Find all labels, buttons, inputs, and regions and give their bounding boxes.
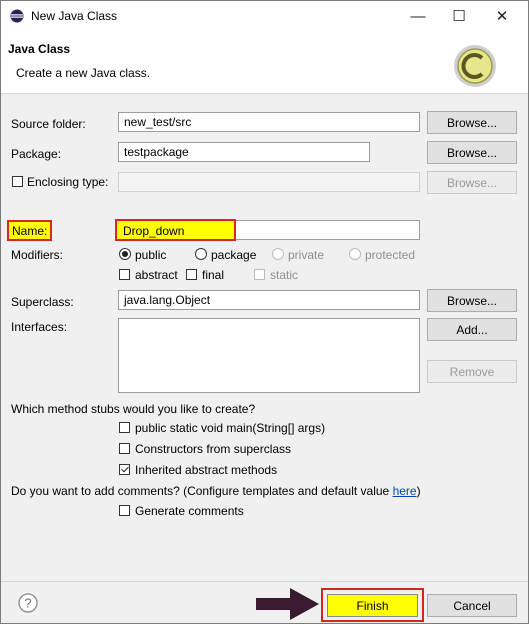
main-method-checkbox[interactable]	[119, 422, 130, 433]
generate-comments-label: Generate comments	[135, 504, 244, 518]
finish-button[interactable]: Finish	[327, 594, 418, 617]
modifier-private-radio[interactable]	[272, 248, 284, 260]
enclosing-type-checkbox[interactable]	[12, 176, 23, 187]
modifier-final-checkbox[interactable]	[186, 269, 197, 280]
method-stubs-question: Which method stubs would you like to cre…	[11, 402, 256, 416]
constructors-checkbox[interactable]	[119, 443, 130, 454]
cancel-button[interactable]: Cancel	[427, 594, 517, 617]
pointer-arrow-icon	[256, 588, 319, 620]
superclass-browse-button[interactable]: Browse...	[427, 289, 517, 312]
svg-text:?: ?	[24, 596, 31, 611]
window-title: New Java Class	[31, 9, 118, 23]
comments-question-text: Do you want to add comments? (Configure …	[11, 484, 393, 498]
modifier-private-label: private	[288, 248, 325, 262]
modifier-abstract-checkbox[interactable]	[119, 269, 130, 280]
modifier-package-radio[interactable]	[195, 248, 207, 260]
enclosing-type-label: Enclosing type:	[27, 175, 109, 189]
interfaces-list[interactable]	[118, 318, 420, 393]
superclass-label: Superclass:	[11, 295, 74, 309]
source-folder-label: Source folder:	[11, 117, 86, 131]
name-label: Name:	[12, 224, 48, 238]
wizard-header: Java Class Create a new Java class.	[1, 31, 528, 94]
modifier-final-label: final	[202, 268, 225, 282]
minimize-icon: —	[410, 7, 426, 25]
modifier-package-label: package	[211, 248, 257, 262]
title-bar: New Java Class — ☐ ✕	[1, 1, 528, 31]
modifier-public-label: public	[135, 248, 167, 262]
source-folder-field[interactable]: new_test/src	[118, 112, 420, 132]
comments-question: Do you want to add comments? (Configure …	[11, 484, 421, 498]
modifier-static-checkbox[interactable]	[254, 269, 265, 280]
interfaces-add-button[interactable]: Add...	[427, 318, 517, 341]
modifier-protected-radio[interactable]	[349, 248, 361, 260]
superclass-field[interactable]: java.lang.Object	[118, 290, 420, 310]
package-browse-button[interactable]: Browse...	[427, 141, 517, 164]
modifier-abstract-label: abstract	[135, 268, 178, 282]
name-field[interactable]: Drop_down	[123, 224, 184, 238]
interfaces-label: Interfaces:	[11, 320, 68, 334]
modifier-protected-label: protected	[365, 248, 416, 262]
constructors-label: Constructors from superclass	[135, 442, 292, 456]
modifiers-label: Modifiers:	[11, 248, 64, 262]
interfaces-remove-button[interactable]: Remove	[427, 360, 517, 383]
inherited-methods-checkbox[interactable]	[119, 464, 130, 475]
comments-question-close: )	[416, 484, 421, 498]
modifier-public-radio[interactable]	[119, 248, 131, 260]
generate-comments-checkbox[interactable]	[119, 505, 130, 516]
modifier-static-label: static	[270, 268, 299, 282]
enclosing-type-browse-button[interactable]: Browse...	[427, 171, 517, 194]
package-label: Package:	[11, 147, 62, 161]
java-class-wizard-icon	[454, 45, 496, 87]
minimize-button[interactable]: —	[398, 1, 438, 31]
close-icon: ✕	[495, 8, 509, 25]
page-title: Java Class	[8, 42, 71, 56]
main-method-label: public static void main(String[] args)	[135, 421, 326, 435]
new-java-class-dialog: New Java Class — ☐ ✕ Java Class Create a…	[0, 0, 529, 624]
maximize-icon: ☐	[452, 8, 466, 25]
eclipse-app-icon	[10, 9, 24, 23]
help-icon[interactable]: ?	[18, 593, 38, 613]
close-button[interactable]: ✕	[482, 1, 522, 31]
inherited-methods-label: Inherited abstract methods	[135, 463, 278, 477]
maximize-button[interactable]: ☐	[439, 1, 479, 31]
configure-templates-link[interactable]: here	[393, 484, 417, 498]
enclosing-type-field[interactable]	[118, 172, 420, 192]
footer-separator	[1, 581, 528, 582]
package-field[interactable]: testpackage	[118, 142, 370, 162]
page-subtitle: Create a new Java class.	[16, 66, 151, 80]
source-folder-browse-button[interactable]: Browse...	[427, 111, 517, 134]
